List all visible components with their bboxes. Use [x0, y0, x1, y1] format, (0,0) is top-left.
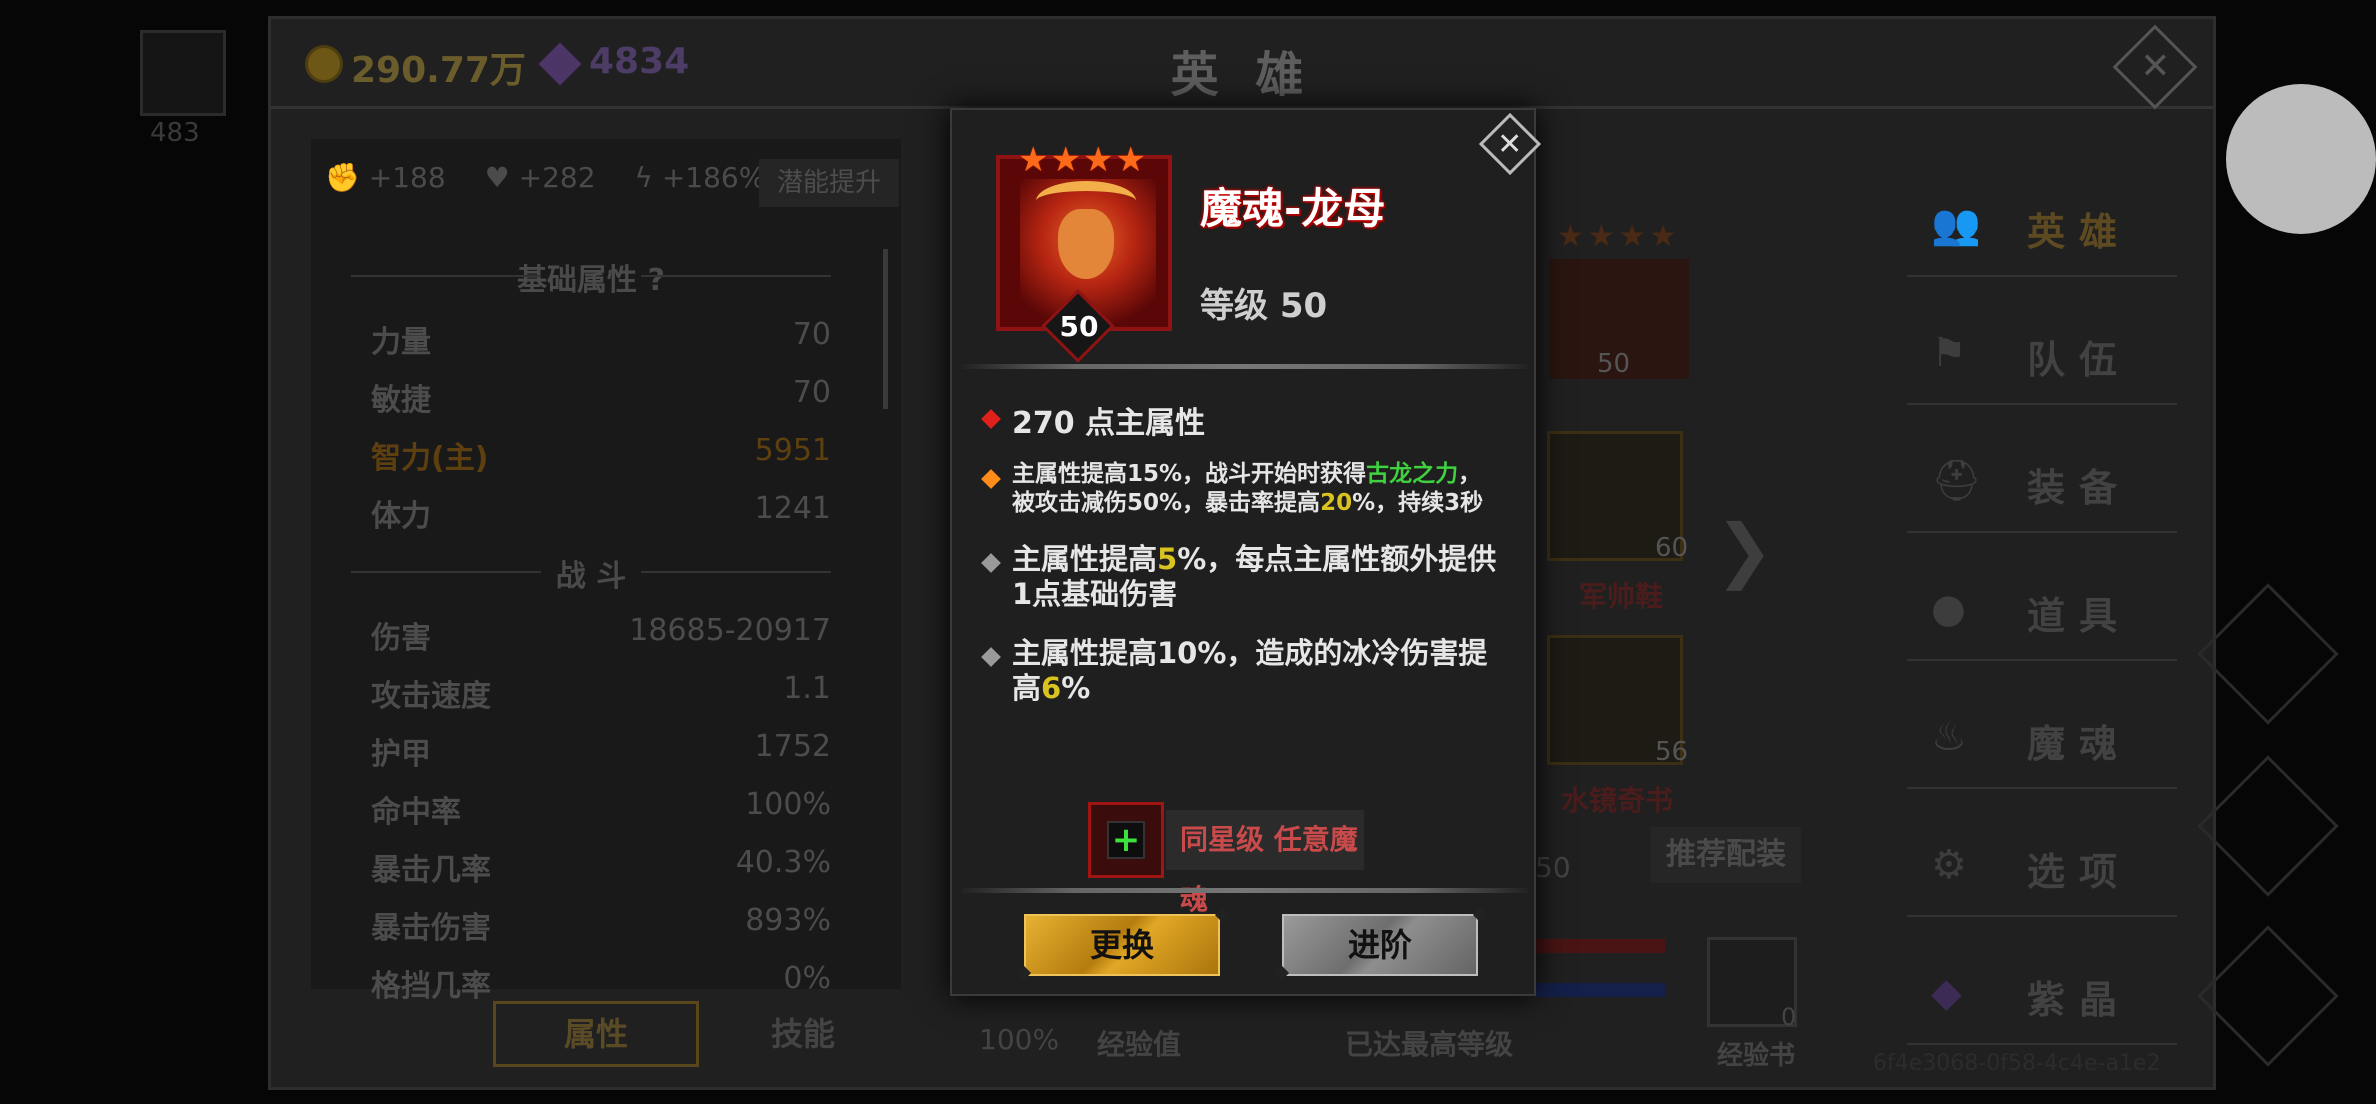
menu-item-items[interactable]: ● 道具 — [1907, 551, 2177, 661]
bg-level-fragment: 50 — [1535, 851, 1571, 884]
effect-cold-damage: 主属性提高10%，造成的冰冷伤害提 高6% — [1012, 636, 1488, 705]
book-label: 水镜奇书 — [1561, 784, 1674, 817]
bag-icon: ● — [1931, 586, 1966, 632]
boots-level: 60 — [1655, 533, 1689, 563]
menu-item-crystal[interactable]: ◆ 紫晶 — [1907, 935, 2177, 1045]
soul-detail-modal: ★★★★ 50 魔魂-龙母 等级 50 ✕ 270 点主属性 主属性提高15%，… — [950, 108, 1542, 996]
menu-item-hero[interactable]: 👥 英雄 — [1907, 167, 2177, 277]
window-title: 英 雄 — [1170, 47, 1314, 103]
attr-row-intelligence: 智力(主) 5951 — [371, 433, 831, 476]
player-avatar[interactable] — [140, 30, 226, 116]
divider — [962, 888, 1528, 893]
material-slot[interactable]: + — [1088, 802, 1164, 878]
attributes-panel: ✊ +188 ♥ +282 ϟ +186% 潜能提升 基础属性 ? 力量 70 敏… — [311, 139, 901, 1004]
right-decoration — [2197, 583, 2339, 725]
floating-assist-button[interactable] — [2226, 84, 2376, 234]
bullet-grey-icon — [981, 553, 1001, 573]
people-icon: 👥 — [1931, 202, 1981, 248]
player-avatar-count: 483 — [150, 118, 200, 148]
exp-book-count: 0 — [1781, 1003, 1797, 1031]
star-rating: ★★★★ — [1018, 140, 1148, 180]
attr-row-attack-speed: 攻击速度 1.1 — [371, 671, 831, 714]
attr-row-stamina: 体力 1241 — [371, 491, 831, 534]
menu-item-team[interactable]: ⚑ 队伍 — [1907, 295, 2177, 405]
attr-row-crit-chance: 暴击几率 40.3% — [371, 845, 831, 888]
exp-label: 经验值 — [1097, 1028, 1182, 1061]
boots-label: 军帅鞋 — [1579, 580, 1664, 613]
attr-row-strength: 力量 70 — [371, 317, 831, 360]
menu-item-options[interactable]: ⚙ 选项 — [1907, 807, 2177, 917]
effect-ancient-dragon: 主属性提高15%，战斗开始时获得古龙之力， 被攻击减伤50%，暴击率提高20%，… — [1012, 461, 1484, 516]
modal-close-button[interactable]: ✕ — [1478, 112, 1542, 176]
base-attributes-title: 基础属性 ? — [311, 255, 871, 299]
potential-upgrade-button[interactable]: 潜能提升 — [759, 159, 899, 207]
gear-icon: ⚙ — [1931, 842, 1967, 888]
book-level: 56 — [1655, 737, 1689, 767]
crystal-icon: ◆ — [1931, 970, 1962, 1016]
menu-item-soul[interactable]: ♨ 魔魂 — [1907, 679, 2177, 789]
material-requirement-label: 同星级 任意魔魂 — [1166, 810, 1364, 916]
attr-row-damage: 伤害 18685-20917 — [371, 613, 831, 656]
exp-book-label: 经验书 — [1717, 1041, 1796, 1071]
bg-hero-stars: ★★★★ — [1557, 219, 1681, 254]
effect-bonus-damage: 主属性提高5%，每点主属性额外提供 1点基础伤害 — [1012, 542, 1497, 611]
attr-row-armor: 护甲 1752 — [371, 729, 831, 772]
soul-name: 魔魂-龙母 — [1200, 184, 1386, 233]
strength-buff: ✊ +188 — [325, 161, 446, 194]
attr-row-crit-damage: 暴击伤害 893% — [371, 903, 831, 946]
red-stat-bar — [1535, 939, 1665, 953]
lightning-icon: ϟ — [634, 161, 653, 194]
effect-main-attribute: 270 点主属性 — [1012, 406, 1206, 441]
flag-icon: ⚑ — [1931, 330, 1967, 376]
strength-icon: ✊ — [325, 161, 360, 194]
exp-status: 已达最高等级 — [1345, 1028, 1514, 1061]
top-bar: 290.77万 4834 英 雄 ✕ — [271, 19, 2213, 110]
menu-item-equipment[interactable]: ⛑ 装备 — [1907, 423, 2177, 533]
portrait-level: 50 — [1059, 310, 1099, 343]
session-id: 6f4e3068-0f58-4c4e-a1e2 — [1873, 1051, 2161, 1076]
soul-level: 等级 50 — [1200, 286, 1328, 326]
blue-stat-bar — [1535, 983, 1665, 997]
bullet-grey-icon — [981, 647, 1001, 667]
health-buff: ♥ +282 — [484, 161, 596, 194]
tab-skills[interactable]: 技能 — [771, 1009, 835, 1055]
attr-row-agility: 敏捷 70 — [371, 375, 831, 418]
attributes-scrollbar[interactable] — [883, 249, 888, 409]
right-decoration — [2197, 925, 2339, 1067]
help-icon[interactable]: ? — [648, 263, 665, 298]
tab-attributes[interactable]: 属性 — [493, 1001, 699, 1067]
combat-section-title: 战 斗 — [311, 551, 871, 595]
right-decoration — [2197, 755, 2339, 897]
divider — [962, 364, 1528, 369]
fire-icon: ♨ — [1931, 714, 1967, 760]
progress-percent: 100% — [979, 1023, 1060, 1056]
bullet-red-icon — [981, 409, 1001, 429]
bg-hero-level: 50 — [1597, 349, 1631, 379]
heart-icon: ♥ — [484, 161, 510, 194]
attr-row-hit-rate: 命中率 100% — [371, 787, 831, 830]
close-icon: ✕ — [1497, 126, 1523, 162]
close-icon: ✕ — [2140, 46, 2171, 88]
plus-icon: + — [1107, 821, 1145, 859]
bullet-orange-icon — [981, 469, 1001, 489]
advance-button[interactable]: 进阶 — [1282, 914, 1478, 976]
swap-button[interactable]: 更换 — [1024, 914, 1220, 976]
buff-summary: ✊ +188 ♥ +282 ϟ +186% — [325, 161, 795, 194]
speed-buff: ϟ +186% — [634, 161, 766, 194]
chevron-right-icon[interactable]: ❯ — [1715, 509, 1774, 591]
helmet-icon: ⛑ — [1931, 458, 1982, 504]
recommend-gear-button[interactable]: 推荐配装 — [1651, 827, 1801, 883]
attr-row-block-chance: 格挡几率 0% — [371, 961, 831, 1004]
